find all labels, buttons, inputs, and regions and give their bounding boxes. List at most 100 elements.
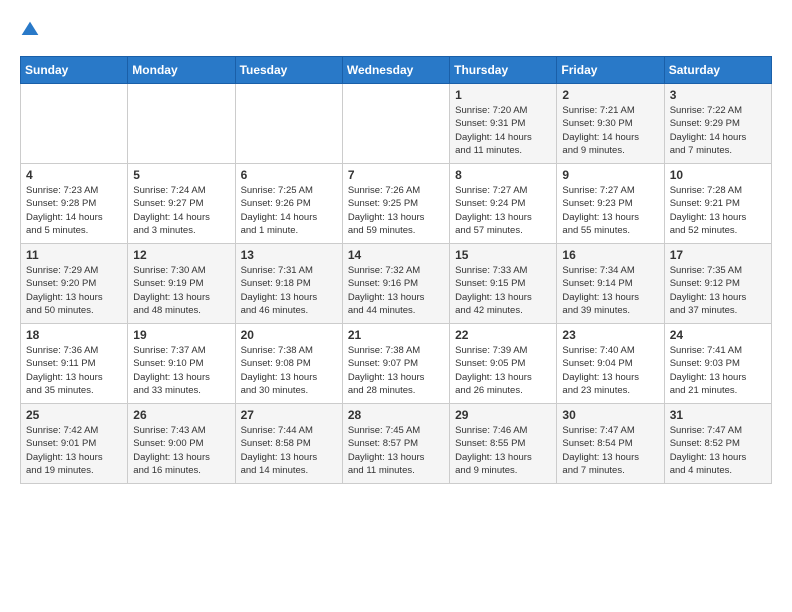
calendar-cell: 27 Sunrise: 7:44 AM Sunset: 8:58 PM Dayli… [235, 404, 342, 484]
day-number: 19 [133, 328, 229, 342]
day-number: 8 [455, 168, 551, 182]
calendar-week-row: 4 Sunrise: 7:23 AM Sunset: 9:28 PM Daylig… [21, 164, 772, 244]
day-number: 17 [670, 248, 766, 262]
day-info: Sunrise: 7:44 AM Sunset: 8:58 PM Dayligh… [241, 424, 337, 477]
calendar-cell [21, 84, 128, 164]
weekday-header: Monday [128, 57, 235, 84]
day-info: Sunrise: 7:41 AM Sunset: 9:03 PM Dayligh… [670, 344, 766, 397]
day-number: 18 [26, 328, 122, 342]
calendar-week-row: 1Sunrise: 7:20 AM Sunset: 9:31 PM Daylig… [21, 84, 772, 164]
day-number: 7 [348, 168, 444, 182]
day-info: Sunrise: 7:35 AM Sunset: 9:12 PM Dayligh… [670, 264, 766, 317]
day-info: Sunrise: 7:28 AM Sunset: 9:21 PM Dayligh… [670, 184, 766, 237]
calendar-cell: 17 Sunrise: 7:35 AM Sunset: 9:12 PM Dayli… [664, 244, 771, 324]
weekday-header: Wednesday [342, 57, 449, 84]
day-info: Sunrise: 7:21 AM Sunset: 9:30 PM Dayligh… [562, 104, 658, 157]
weekday-header: Tuesday [235, 57, 342, 84]
day-number: 30 [562, 408, 658, 422]
day-info: Sunrise: 7:39 AM Sunset: 9:05 PM Dayligh… [455, 344, 551, 397]
weekday-header-row: SundayMondayTuesdayWednesdayThursdayFrid… [21, 57, 772, 84]
day-info: Sunrise: 7:47 AM Sunset: 8:52 PM Dayligh… [670, 424, 766, 477]
calendar-week-row: 18 Sunrise: 7:36 AM Sunset: 9:11 PM Dayli… [21, 324, 772, 404]
calendar-cell: 23 Sunrise: 7:40 AM Sunset: 9:04 PM Dayli… [557, 324, 664, 404]
day-info: Sunrise: 7:34 AM Sunset: 9:14 PM Dayligh… [562, 264, 658, 317]
day-number: 15 [455, 248, 551, 262]
calendar-cell: 16 Sunrise: 7:34 AM Sunset: 9:14 PM Dayli… [557, 244, 664, 324]
day-number: 4 [26, 168, 122, 182]
day-number: 3 [670, 88, 766, 102]
calendar-cell [128, 84, 235, 164]
day-number: 31 [670, 408, 766, 422]
calendar-cell: 31 Sunrise: 7:47 AM Sunset: 8:52 PM Dayli… [664, 404, 771, 484]
calendar-cell: 8 Sunrise: 7:27 AM Sunset: 9:24 PM Daylig… [450, 164, 557, 244]
day-info: Sunrise: 7:22 AM Sunset: 9:29 PM Dayligh… [670, 104, 766, 157]
day-number: 25 [26, 408, 122, 422]
logo [20, 20, 44, 40]
day-number: 22 [455, 328, 551, 342]
calendar-cell: 22 Sunrise: 7:39 AM Sunset: 9:05 PM Dayli… [450, 324, 557, 404]
calendar-cell: 2 Sunrise: 7:21 AM Sunset: 9:30 PM Daylig… [557, 84, 664, 164]
calendar-cell: 10 Sunrise: 7:28 AM Sunset: 9:21 PM Dayli… [664, 164, 771, 244]
calendar-cell: 1Sunrise: 7:20 AM Sunset: 9:31 PM Daylig… [450, 84, 557, 164]
day-info: Sunrise: 7:30 AM Sunset: 9:19 PM Dayligh… [133, 264, 229, 317]
day-info: Sunrise: 7:31 AM Sunset: 9:18 PM Dayligh… [241, 264, 337, 317]
day-info: Sunrise: 7:43 AM Sunset: 9:00 PM Dayligh… [133, 424, 229, 477]
day-number: 21 [348, 328, 444, 342]
page-header [20, 20, 772, 40]
day-number: 2 [562, 88, 658, 102]
calendar-cell: 15 Sunrise: 7:33 AM Sunset: 9:15 PM Dayli… [450, 244, 557, 324]
calendar-cell: 14 Sunrise: 7:32 AM Sunset: 9:16 PM Dayli… [342, 244, 449, 324]
calendar-cell: 9 Sunrise: 7:27 AM Sunset: 9:23 PM Daylig… [557, 164, 664, 244]
calendar-cell: 7 Sunrise: 7:26 AM Sunset: 9:25 PM Daylig… [342, 164, 449, 244]
day-number: 20 [241, 328, 337, 342]
day-number: 16 [562, 248, 658, 262]
day-number: 14 [348, 248, 444, 262]
day-info: Sunrise: 7:23 AM Sunset: 9:28 PM Dayligh… [26, 184, 122, 237]
calendar-cell: 21 Sunrise: 7:38 AM Sunset: 9:07 PM Dayli… [342, 324, 449, 404]
calendar-cell: 5 Sunrise: 7:24 AM Sunset: 9:27 PM Daylig… [128, 164, 235, 244]
day-info: Sunrise: 7:40 AM Sunset: 9:04 PM Dayligh… [562, 344, 658, 397]
day-info: Sunrise: 7:36 AM Sunset: 9:11 PM Dayligh… [26, 344, 122, 397]
calendar-cell: 4 Sunrise: 7:23 AM Sunset: 9:28 PM Daylig… [21, 164, 128, 244]
day-info: Sunrise: 7:24 AM Sunset: 9:27 PM Dayligh… [133, 184, 229, 237]
calendar-cell: 25 Sunrise: 7:42 AM Sunset: 9:01 PM Dayli… [21, 404, 128, 484]
calendar-cell: 29 Sunrise: 7:46 AM Sunset: 8:55 PM Dayli… [450, 404, 557, 484]
weekday-header: Sunday [21, 57, 128, 84]
day-number: 12 [133, 248, 229, 262]
calendar-cell: 18 Sunrise: 7:36 AM Sunset: 9:11 PM Dayli… [21, 324, 128, 404]
day-info: Sunrise: 7:27 AM Sunset: 9:23 PM Dayligh… [562, 184, 658, 237]
day-info: Sunrise: 7:27 AM Sunset: 9:24 PM Dayligh… [455, 184, 551, 237]
day-info: Sunrise: 7:46 AM Sunset: 8:55 PM Dayligh… [455, 424, 551, 477]
weekday-header: Thursday [450, 57, 557, 84]
calendar-week-row: 25 Sunrise: 7:42 AM Sunset: 9:01 PM Dayli… [21, 404, 772, 484]
day-info: Sunrise: 7:33 AM Sunset: 9:15 PM Dayligh… [455, 264, 551, 317]
calendar-cell [235, 84, 342, 164]
day-info: Sunrise: 7:38 AM Sunset: 9:07 PM Dayligh… [348, 344, 444, 397]
calendar-week-row: 11 Sunrise: 7:29 AM Sunset: 9:20 PM Dayli… [21, 244, 772, 324]
day-number: 5 [133, 168, 229, 182]
day-number: 28 [348, 408, 444, 422]
day-number: 10 [670, 168, 766, 182]
day-info: Sunrise: 7:37 AM Sunset: 9:10 PM Dayligh… [133, 344, 229, 397]
calendar-cell: 30 Sunrise: 7:47 AM Sunset: 8:54 PM Dayli… [557, 404, 664, 484]
day-number: 29 [455, 408, 551, 422]
day-number: 23 [562, 328, 658, 342]
day-info: Sunrise: 7:42 AM Sunset: 9:01 PM Dayligh… [26, 424, 122, 477]
day-number: 1 [455, 88, 551, 102]
weekday-header: Saturday [664, 57, 771, 84]
logo-icon [20, 20, 40, 40]
calendar-cell: 19 Sunrise: 7:37 AM Sunset: 9:10 PM Dayli… [128, 324, 235, 404]
day-number: 26 [133, 408, 229, 422]
day-number: 11 [26, 248, 122, 262]
day-number: 27 [241, 408, 337, 422]
day-number: 6 [241, 168, 337, 182]
calendar-cell: 3 Sunrise: 7:22 AM Sunset: 9:29 PM Daylig… [664, 84, 771, 164]
day-info: Sunrise: 7:32 AM Sunset: 9:16 PM Dayligh… [348, 264, 444, 317]
day-info: Sunrise: 7:45 AM Sunset: 8:57 PM Dayligh… [348, 424, 444, 477]
calendar-cell [342, 84, 449, 164]
day-info: Sunrise: 7:29 AM Sunset: 9:20 PM Dayligh… [26, 264, 122, 317]
calendar-cell: 6Sunrise: 7:25 AM Sunset: 9:26 PM Daylig… [235, 164, 342, 244]
day-number: 9 [562, 168, 658, 182]
day-info: Sunrise: 7:26 AM Sunset: 9:25 PM Dayligh… [348, 184, 444, 237]
day-info: Sunrise: 7:47 AM Sunset: 8:54 PM Dayligh… [562, 424, 658, 477]
